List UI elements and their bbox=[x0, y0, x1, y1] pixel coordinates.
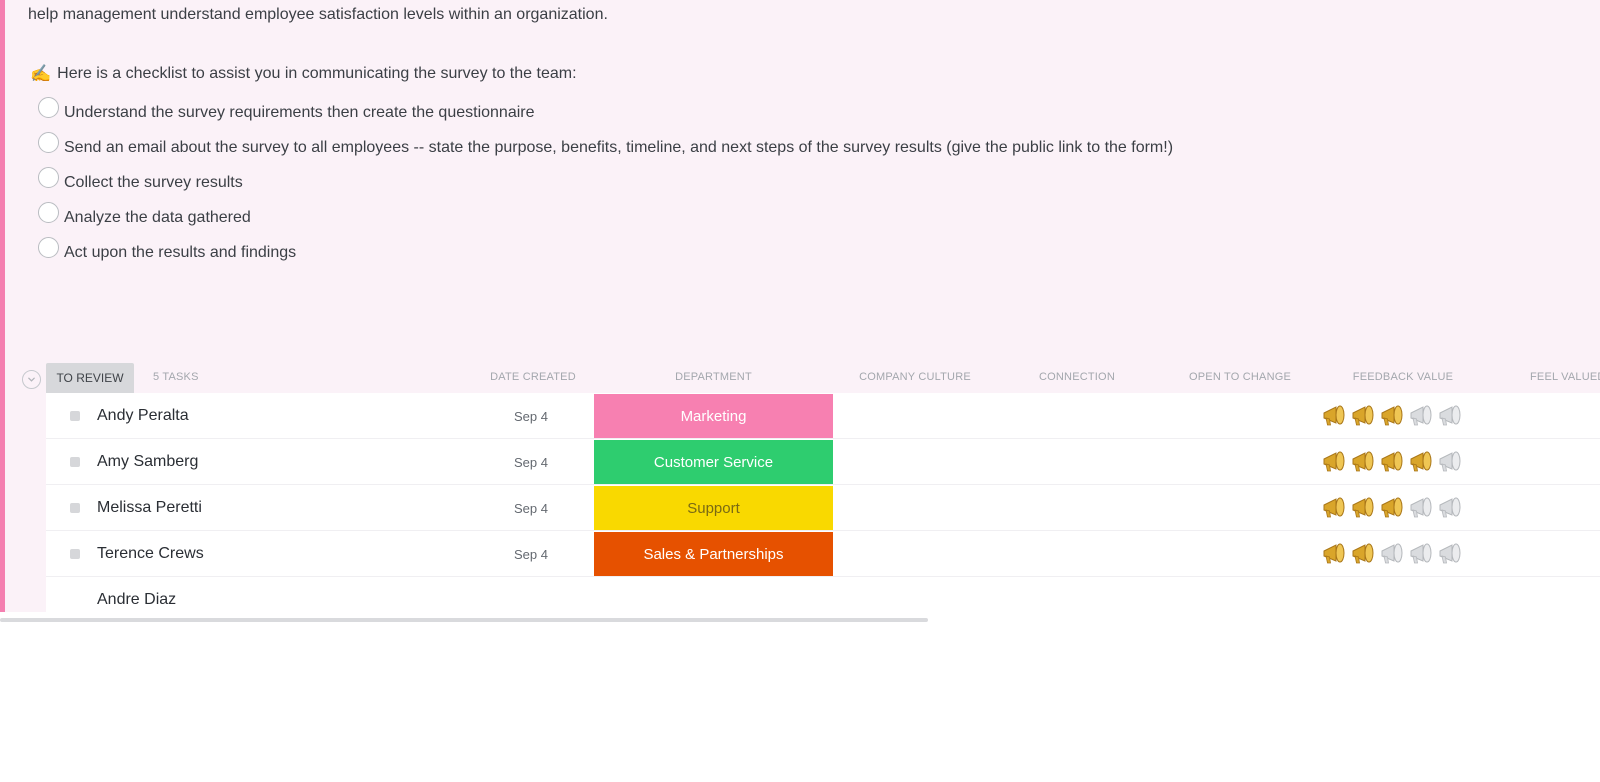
status-group-label[interactable]: TO REVIEW bbox=[46, 363, 134, 393]
task-status-square[interactable] bbox=[70, 549, 80, 559]
department-tag[interactable]: Sales & Partnerships bbox=[594, 532, 833, 576]
checklist-item-text[interactable]: Collect the survey results bbox=[64, 174, 243, 192]
collapse-toggle[interactable] bbox=[22, 370, 41, 389]
task-name[interactable]: Andre Diaz bbox=[97, 591, 176, 609]
checklist-item: Collect the survey results bbox=[38, 166, 1173, 201]
checklist-item: Act upon the results and findings bbox=[38, 236, 1173, 271]
task-count: 5 TASKS bbox=[153, 371, 199, 383]
checkbox-circle-icon[interactable] bbox=[38, 132, 59, 153]
description-text: help management understand employee sati… bbox=[28, 6, 608, 23]
megaphone-icon bbox=[1381, 543, 1403, 564]
date-created-cell: Sep 4 bbox=[514, 409, 548, 424]
task-status-square[interactable] bbox=[70, 411, 80, 421]
megaphone-icon bbox=[1410, 497, 1432, 518]
table-row[interactable]: Amy Samberg Sep 4 Customer Service bbox=[46, 439, 1600, 485]
department-tag[interactable]: Marketing bbox=[594, 394, 833, 438]
megaphone-icon bbox=[1381, 405, 1403, 426]
megaphone-icon bbox=[1352, 497, 1374, 518]
checklist-item: Understand the survey requirements then … bbox=[38, 96, 1173, 131]
checklist-item-text[interactable]: Analyze the data gathered bbox=[64, 209, 251, 227]
megaphone-icon bbox=[1352, 451, 1374, 472]
column-header-department[interactable]: DEPARTMENT bbox=[594, 371, 833, 383]
writing-hand-icon: ✍️ bbox=[30, 64, 52, 83]
megaphone-icon bbox=[1381, 497, 1403, 518]
task-name[interactable]: Andy Peralta bbox=[97, 407, 189, 425]
task-name[interactable]: Melissa Peretti bbox=[97, 499, 202, 517]
megaphone-icon bbox=[1381, 451, 1403, 472]
megaphone-icon bbox=[1410, 451, 1432, 472]
column-header-feedback-value[interactable]: FEEDBACK VALUE bbox=[1338, 371, 1468, 383]
column-header-open-to-change[interactable]: OPEN TO CHANGE bbox=[1175, 371, 1305, 383]
megaphone-icon bbox=[1439, 405, 1461, 426]
task-name[interactable]: Amy Samberg bbox=[97, 453, 198, 471]
checklist: Understand the survey requirements then … bbox=[38, 96, 1173, 271]
column-header-company-culture[interactable]: COMPANY CULTURE bbox=[850, 371, 980, 383]
feedback-value-rating[interactable] bbox=[1321, 403, 1466, 429]
checklist-item-text[interactable]: Act upon the results and findings bbox=[64, 244, 296, 262]
group-header: TO REVIEW 5 TASKS DATE CREATED DEPARTMEN… bbox=[0, 362, 1600, 393]
task-list: Andy Peralta Sep 4 Marketing Amy Samberg Sep… bbox=[46, 393, 1600, 612]
megaphone-icon bbox=[1352, 405, 1374, 426]
task-name[interactable]: Terence Crews bbox=[97, 545, 204, 563]
table-row[interactable]: Melissa Peretti Sep 4 Support bbox=[46, 485, 1600, 531]
checkbox-circle-icon[interactable] bbox=[38, 167, 59, 188]
feedback-value-rating[interactable] bbox=[1321, 449, 1466, 475]
checklist-intro: ✍️ Here is a checklist to assist you in … bbox=[30, 64, 577, 84]
megaphone-icon bbox=[1439, 543, 1461, 564]
department-tag[interactable]: Customer Service bbox=[594, 440, 833, 484]
megaphone-icon bbox=[1410, 405, 1432, 426]
megaphone-icon bbox=[1323, 405, 1345, 426]
checkbox-circle-icon[interactable] bbox=[38, 237, 59, 258]
checklist-item: Analyze the data gathered bbox=[38, 201, 1173, 236]
horizontal-scrollbar[interactable] bbox=[0, 618, 928, 622]
megaphone-icon bbox=[1323, 451, 1345, 472]
checklist-item-text[interactable]: Understand the survey requirements then … bbox=[64, 104, 535, 122]
task-description-panel: help management understand employee sati… bbox=[0, 0, 1600, 612]
megaphone-icon bbox=[1323, 497, 1345, 518]
checkbox-circle-icon[interactable] bbox=[38, 202, 59, 223]
table-row[interactable]: Andy Peralta Sep 4 Marketing bbox=[46, 393, 1600, 439]
date-created-cell: Sep 4 bbox=[514, 547, 548, 562]
date-created-cell: Sep 4 bbox=[514, 455, 548, 470]
checklist-item-text[interactable]: Send an email about the survey to all em… bbox=[64, 139, 1173, 157]
column-header-feel-valued[interactable]: FEEL VALUED bbox=[1530, 371, 1600, 383]
chevron-down-icon bbox=[28, 377, 35, 382]
megaphone-icon bbox=[1439, 497, 1461, 518]
task-status-square[interactable] bbox=[70, 503, 80, 513]
checklist-item: Send an email about the survey to all em… bbox=[38, 131, 1173, 166]
list-color-bar bbox=[0, 0, 5, 612]
megaphone-icon bbox=[1410, 543, 1432, 564]
date-created-cell: Sep 4 bbox=[514, 501, 548, 516]
column-header-date-created[interactable]: DATE CREATED bbox=[488, 371, 578, 383]
megaphone-icon bbox=[1323, 543, 1345, 564]
table-row[interactable]: Andre Diaz bbox=[46, 577, 1600, 612]
megaphone-icon bbox=[1352, 543, 1374, 564]
table-row[interactable]: Terence Crews Sep 4 Sales & Partnerships bbox=[46, 531, 1600, 577]
department-tag[interactable]: Support bbox=[594, 486, 833, 530]
checkbox-circle-icon[interactable] bbox=[38, 97, 59, 118]
checklist-intro-text: Here is a checklist to assist you in com… bbox=[57, 65, 577, 82]
task-status-square[interactable] bbox=[70, 457, 80, 467]
feedback-value-rating[interactable] bbox=[1321, 495, 1466, 521]
column-header-connection[interactable]: CONNECTION bbox=[1012, 371, 1142, 383]
feedback-value-rating[interactable] bbox=[1321, 541, 1466, 567]
megaphone-icon bbox=[1439, 451, 1461, 472]
